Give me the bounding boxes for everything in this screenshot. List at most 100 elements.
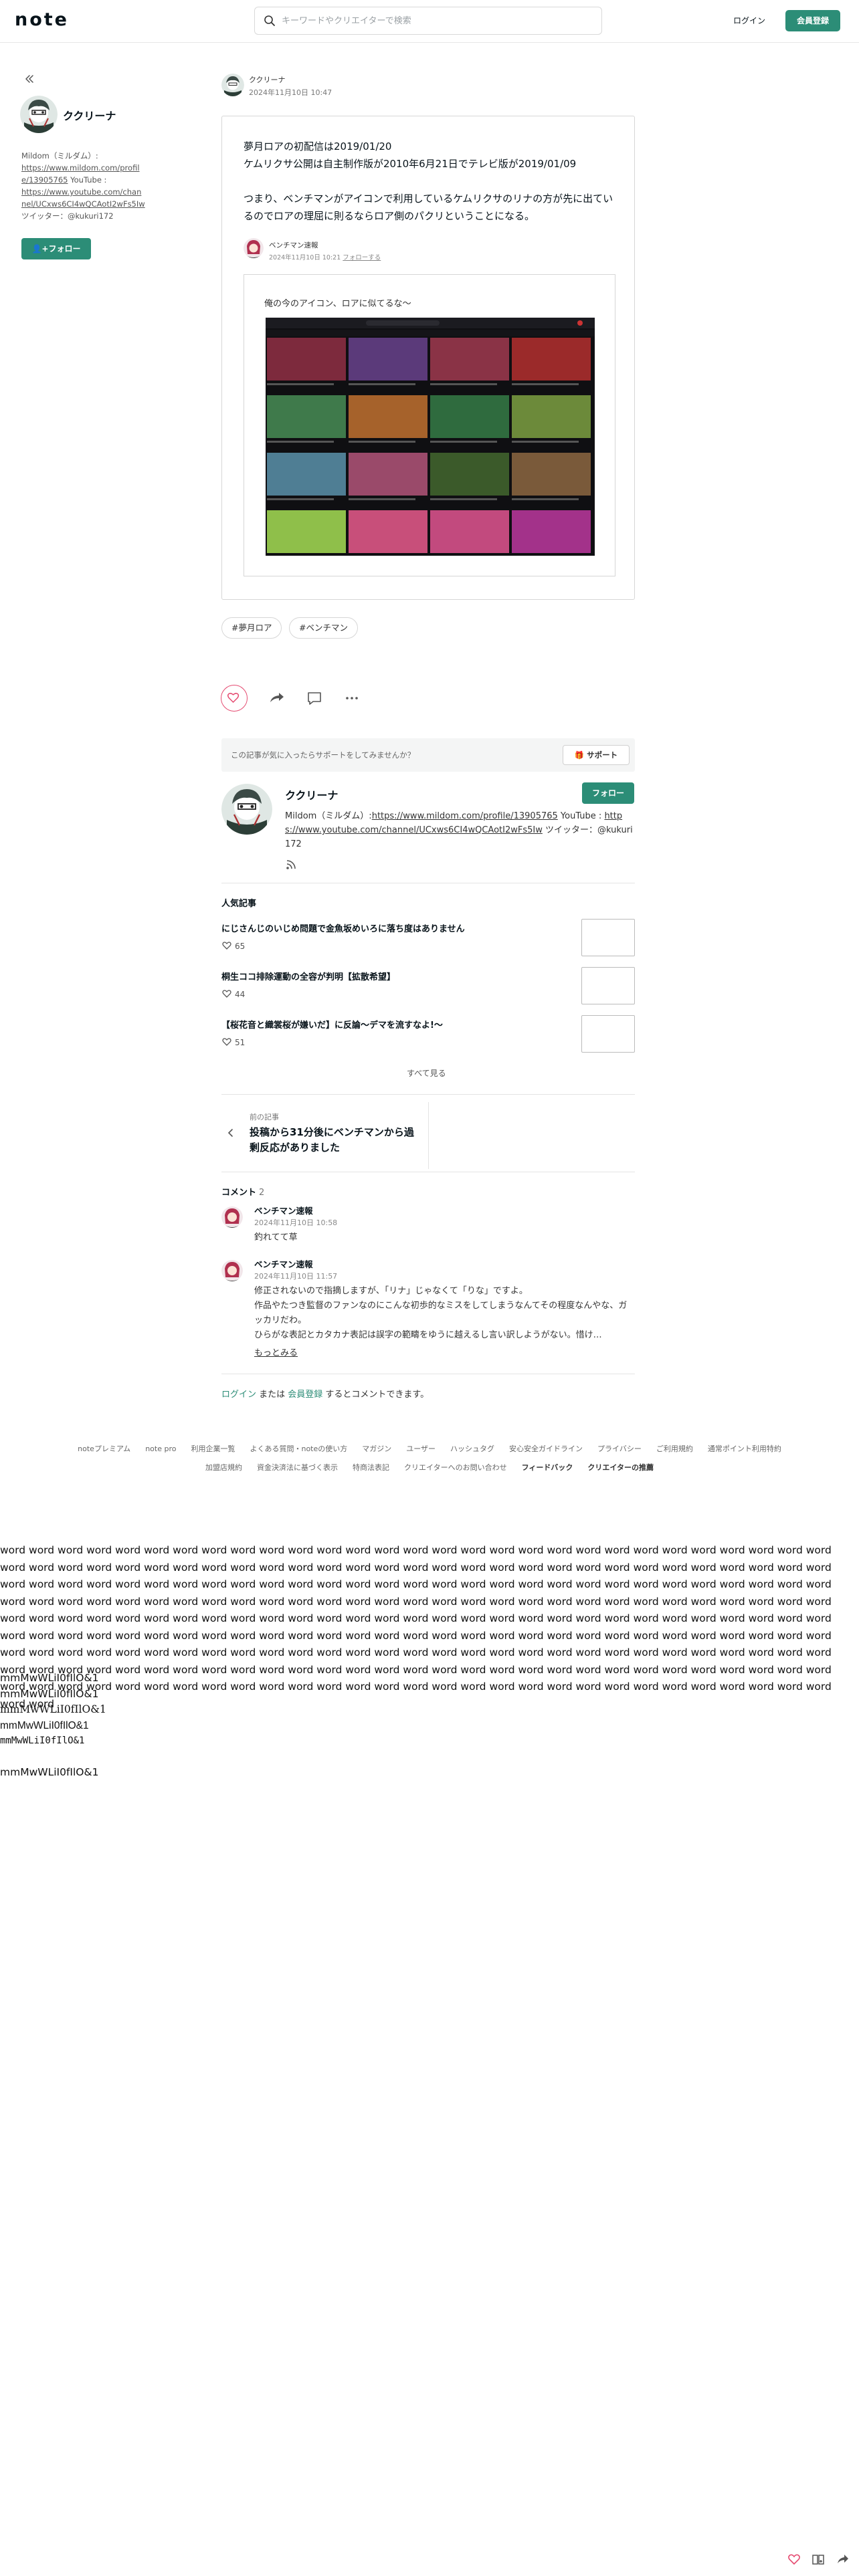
login-suffix-text: するとコメントできます。 (322, 1390, 430, 1400)
footer-link[interactable]: 安心安全ガイドライン (509, 1443, 583, 1454)
previous-article-label: 前の記事 (250, 1113, 279, 1121)
twitter-text: ツイッター：@kukuri172 (21, 211, 114, 221)
signup-button[interactable]: 会員登録 (785, 10, 840, 31)
bio-prefix: Mildom（ミルダム）: (21, 151, 98, 160)
commenter-name[interactable]: ベンチマン速報 (254, 1257, 313, 1270)
or-text: または (256, 1390, 288, 1400)
like-button[interactable] (221, 685, 248, 712)
hashtag-link[interactable]: #夢月ロア (221, 617, 282, 639)
footer-links-row: noteプレミアム note pro 利用企業一覧 よくある質問・noteの使い方 マガ… (0, 1443, 859, 1454)
support-box: この記事が気に入ったらサポートをしてみませんか？ 🎁 サポート (221, 738, 635, 772)
signup-link[interactable]: 会員登録 (288, 1390, 322, 1400)
footer-link[interactable]: 利用企業一覧 (191, 1443, 235, 1454)
inner-quoted-post[interactable]: 俺の今のアイコン、ロアに似てるな〜 (244, 274, 615, 576)
creator-bio: Mildom（ミルダム）: https://www.mildom.com/pro… (21, 150, 146, 222)
inner-author-name[interactable]: ベンチマン速報 (269, 240, 318, 250)
heart-icon (222, 942, 231, 950)
hashtag-link[interactable]: #ベンチマン (289, 617, 358, 639)
like-count: 44 (221, 988, 245, 999)
footer-link[interactable]: クリエイターの推薦 (587, 1462, 654, 1473)
popular-article-title[interactable]: 桐生ココ排除運動の全容が判明【拡散希望】 (221, 970, 395, 982)
comment-button[interactable] (301, 685, 328, 712)
floating-like-icon[interactable] (787, 2552, 801, 2567)
commenter-name[interactable]: ベンチマン速報 (254, 1204, 313, 1216)
footer-link[interactable]: 通常ポイント利用特約 (708, 1443, 781, 1454)
heart-icon (227, 693, 240, 704)
inner-post-date: 2024年11月10日 10:21 (269, 254, 341, 261)
footer-link[interactable]: 資金決済法に基づく表示 (257, 1462, 338, 1473)
floating-magazine-icon[interactable] (811, 2552, 826, 2567)
sidebar-follow-button[interactable]: 👤+フォロー (21, 238, 91, 259)
youtube-label: YouTube : (68, 175, 107, 185)
more-options-button[interactable] (339, 685, 365, 712)
popular-article-item[interactable]: 桐生ココ排除運動の全容が判明【拡散希望】 44 (221, 967, 635, 1008)
previous-article-title[interactable]: 投稿から31分後にベンチマンから過剰反応がありました (250, 1125, 417, 1156)
mildom-link[interactable]: https://www.mildom.com/profile/13905765 (372, 811, 558, 821)
rss-icon[interactable] (285, 859, 297, 871)
search-box[interactable] (254, 7, 602, 35)
heart-icon (222, 990, 231, 998)
footer-link[interactable]: マガジン (362, 1443, 391, 1454)
like-count: 51 (221, 1037, 245, 1047)
popular-article-title[interactable]: にじさんじのいじめ問題で金魚坂めいろに落ち度はありません (221, 922, 465, 934)
bio-prefix: Mildom（ミルダム）: (285, 811, 372, 821)
footer-link[interactable]: よくある質問・noteの使い方 (250, 1443, 347, 1454)
commenter-avatar[interactable] (221, 1260, 243, 1281)
creator-name[interactable]: ククリーナ (63, 107, 116, 123)
login-link[interactable]: ログイン (221, 1390, 256, 1400)
login-link[interactable]: ログイン (733, 15, 765, 26)
youtube-link[interactable]: https://www.youtube.com/channel/UCxws6CI… (21, 187, 145, 209)
author-name[interactable]: ククリーナ (249, 74, 286, 85)
popular-article-thumbnail[interactable] (581, 1015, 635, 1053)
site-header: note ログイン 会員登録 (0, 0, 859, 43)
footer-link[interactable]: クリエイターへのお問い合わせ (404, 1462, 507, 1473)
inner-post-text: 俺の今のアイコン、ロアに似てるな〜 (264, 299, 411, 309)
previous-article-link[interactable]: 前の記事 投稿から31分後にベンチマンから過剰反応がありました (221, 1102, 429, 1169)
creator-avatar[interactable] (20, 96, 58, 133)
divider (221, 1094, 635, 1095)
footer-link[interactable]: noteプレミアム (78, 1443, 130, 1454)
popular-article-item[interactable]: にじさんじのいじめ問題で金魚坂めいろに落ち度はありません 65 (221, 919, 635, 960)
search-input[interactable] (282, 13, 589, 29)
comment-count: 2 (259, 1188, 265, 1198)
footer-link[interactable]: ご利用規約 (656, 1443, 693, 1454)
footer-link[interactable]: プライバシー (597, 1443, 642, 1454)
read-more-link[interactable]: もっとみる (254, 1346, 298, 1358)
collapse-sidebar-icon[interactable] (23, 72, 36, 86)
popular-articles-heading: 人気記事 (221, 899, 257, 909)
profile-name[interactable]: ククリーナ (285, 786, 338, 802)
comment-login-prompt: ログイン または 会員登録 するとコメントできます。 (221, 1387, 429, 1400)
commenter-avatar[interactable] (221, 1206, 243, 1228)
footer-link[interactable]: ハッシュタグ (450, 1443, 494, 1454)
glyph-line: mmMwWLiI0fIlO&1 (0, 1719, 89, 1731)
glyph-line (0, 1749, 106, 1765)
support-button[interactable]: 🎁 サポート (563, 745, 630, 765)
more-icon (346, 697, 358, 700)
note-logo[interactable]: note (15, 9, 69, 30)
popular-article-thumbnail[interactable] (581, 919, 635, 956)
glyph-test-lines: mmMwWLiI0fIlO&1 mmMwWLiI0fIlO&1 mmMwWLiI… (0, 1671, 106, 1781)
inner-author-avatar[interactable] (244, 238, 264, 258)
footer-link[interactable]: note pro (145, 1444, 176, 1453)
like-count: 65 (221, 940, 245, 951)
popular-article-thumbnail[interactable] (581, 967, 635, 1004)
profile-follow-button[interactable]: フォロー (582, 782, 634, 804)
embedded-post[interactable]: 夢月ロアの初配信は2019/01/20 ケムリクサ公開は自主制作版が2010年6… (221, 116, 635, 600)
popular-article-item[interactable]: 【桜花音と織裳桜が嫌いだ】に反論〜デマを流すなよ!〜 51 (221, 1015, 635, 1057)
footer-link[interactable]: 加盟店規約 (205, 1462, 242, 1473)
footer-link[interactable]: ユーザー (406, 1443, 436, 1454)
see-all-link[interactable]: すべて見る (407, 1067, 446, 1079)
text-line: つまり、ベンチマンがアイコンで利用しているケムリクサのリナの方が先に出ているので… (244, 193, 613, 222)
popular-article-title[interactable]: 【桜花音と織裳桜が嫌いだ】に反論〜デマを流すなよ!〜 (221, 1018, 443, 1031)
comment-body: 修正されないので指摘しますが、「リナ」じゃなくて「りな」ですよ。 作品やたつき監… (254, 1284, 629, 1343)
profile-avatar[interactable] (221, 784, 272, 835)
follow-label: フォロー (48, 244, 81, 253)
share-button[interactable] (264, 685, 290, 712)
filler-text-block: word word word word word word word word … (0, 1544, 832, 1710)
author-avatar[interactable] (221, 74, 244, 96)
floating-share-icon[interactable] (835, 2552, 850, 2567)
inner-follow-link[interactable]: フォローする (343, 254, 381, 261)
footer-link[interactable]: フィードバック (522, 1462, 573, 1473)
footer-link[interactable]: 特商法表記 (353, 1462, 389, 1473)
comment-line: ひらがな表記とカタカナ表記は誤字の範疇をゆうに越えるし言い訳しようがない。惜け… (254, 1330, 602, 1340)
